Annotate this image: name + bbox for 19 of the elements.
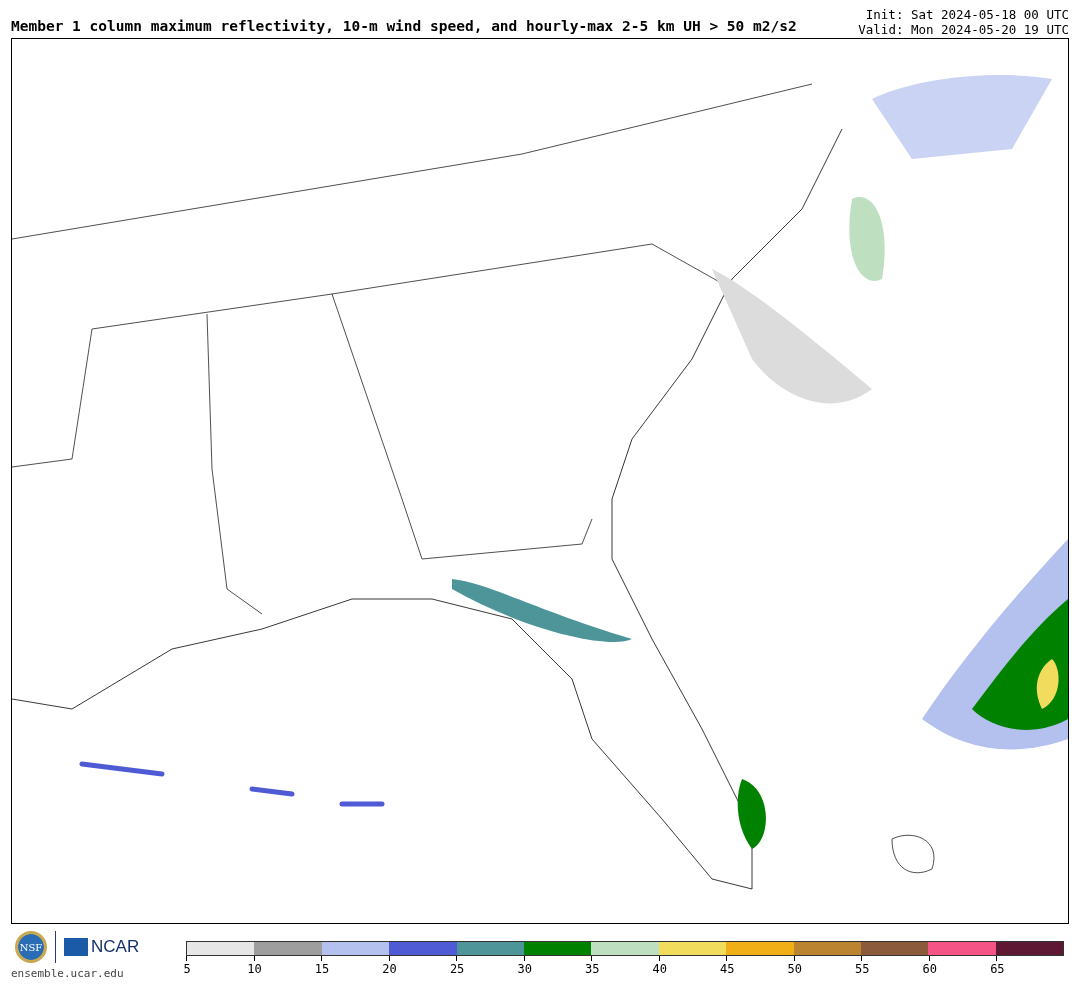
tick-label: 25 [448,962,466,976]
tick-label: 45 [719,962,736,976]
site-url: ensemble.ucar.edu [11,967,124,980]
tick-label: 65 [989,962,1006,976]
tick-label: 35 [583,962,601,976]
tick-label: 10 [246,962,263,976]
valid-time: Valid: Mon 2024-05-20 19 UTC [858,22,1069,37]
tick-label: 15 [313,962,331,976]
nsf-logo: NSF [15,931,47,963]
tick-label: 55 [854,962,871,976]
ncar-logo: NCAR [64,938,140,956]
tick-label: 40 [651,962,668,976]
tick-label: 5 [182,962,192,976]
chart-title: Member 1 column maximum reflectivity, 10-m wind speed, and hourly-max 2-5 km UH > 50 m2/s2 [11,18,797,36]
tick-label: 30 [516,962,533,976]
tick-label: 50 [786,962,803,976]
init-time: Init: Sat 2024-05-18 00 UTC [865,7,1069,22]
tick-label: 60 [921,962,939,976]
tick-label: 20 [381,962,398,976]
